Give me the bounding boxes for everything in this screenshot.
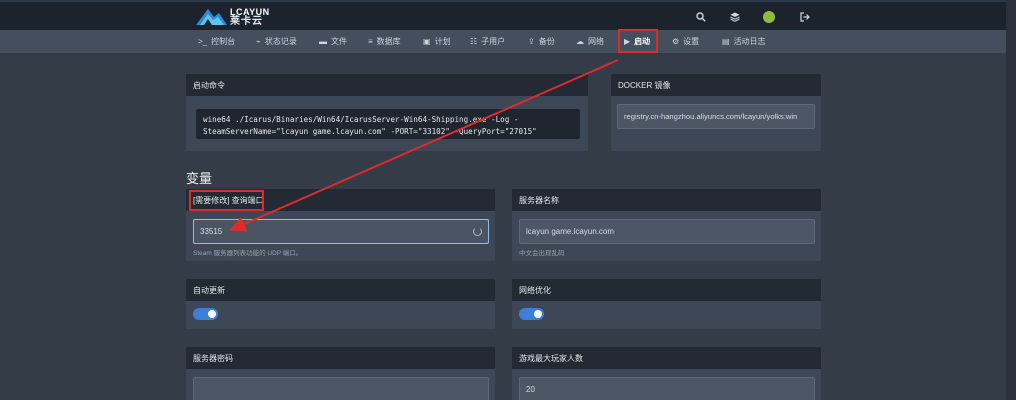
server-name-help: 中文会出现乱码 [519,250,565,257]
panel-title: 游戏最大玩家人数 [512,347,821,369]
scrollbar-track[interactable] [1006,0,1016,400]
page: LCAYUN 莱卡云 >_控制台 ⌁状态记录 ▬文件 ≡数据库 ▣计划 [0,0,1016,400]
tab-network[interactable]: ☁ 网络 [576,30,604,53]
top-bar: LCAYUN 莱卡云 [0,0,1016,30]
auto-update-toggle[interactable] [193,308,218,320]
gear-icon: ⚙ [672,37,680,46]
avatar[interactable] [763,11,775,23]
server-name-input[interactable]: lcayun game.lcayun.com [519,219,815,244]
brand-name-cn: 莱卡云 [230,16,263,27]
startup-command: wine64 ./Icarus/Binaries/Win64/IcarusSer… [196,109,580,139]
panel-title: 服务器密码 [186,347,495,369]
panel-title: 启动命令 [186,74,588,96]
tab-status-log[interactable]: ⌁ 状态记录 [256,30,297,53]
docker-image-select[interactable]: registry.cn-hangzhou.aliyuncs.com/lcayun… [617,104,815,129]
max-players-input[interactable]: 20 [519,377,815,400]
tab-files[interactable]: ▬ 文件 [319,30,347,53]
tab-schedule[interactable]: ▣ 计划 [423,30,451,53]
panel-title: 服务器名称 [512,189,821,211]
server-password-input[interactable] [193,377,489,400]
logout-icon[interactable] [798,10,812,24]
tab-console[interactable]: >_ 控制台 [198,30,235,53]
panel-title: 网络优化 [512,279,821,301]
database-icon: ≡ [368,37,373,46]
calendar-icon: ▣ [423,37,431,46]
server-nav: >_ 控制台 ⌁ 状态记录 ▬ 文件 ≡ 数据库 ▣ 计划 ☷ 子用户 ⇪ 备份 ☁ 网络 ▶ 启… [0,30,1006,53]
cloud-logo-icon [196,9,227,25]
chart-icon: ⌁ [256,37,261,46]
tab-settings[interactable]: ⚙ 设置 [672,30,699,53]
variables-heading: 变量 [186,171,213,186]
cloud-icon: ☁ [576,37,584,46]
tab-activity-log[interactable]: ▤ 活动日志 [722,30,766,53]
network-optimization-toggle[interactable] [519,308,544,320]
layers-icon[interactable] [728,10,742,24]
upload-icon: ⇪ [528,37,535,46]
search-icon[interactable] [694,10,708,24]
query-port-annotation-box [189,190,264,211]
query-port-help: Steam 服务器列表功能的 UDP 端口。 [193,250,303,257]
tab-subusers[interactable]: ☷ 子用户 [470,30,505,53]
panel-title: DOCKER 镜像 [611,74,821,96]
terminal-icon: >_ [198,37,208,46]
startup-tab-annotation-box [618,29,658,53]
query-port-input[interactable]: 33515 [193,219,489,244]
network-optimization-panel: 网络优化 [512,279,821,329]
auto-update-panel: 自动更新 [186,279,495,329]
folder-icon: ▬ [319,37,327,46]
tab-database[interactable]: ≡ 数据库 [368,30,401,53]
loading-spinner-icon [473,227,482,236]
brand-logo[interactable]: LCAYUN 莱卡云 [194,6,270,28]
panel-title: 自动更新 [186,279,495,301]
users-icon: ☷ [470,37,478,46]
annotation-arrow [229,59,619,232]
log-icon: ▤ [722,37,730,46]
tab-backup[interactable]: ⇪ 备份 [528,30,555,53]
